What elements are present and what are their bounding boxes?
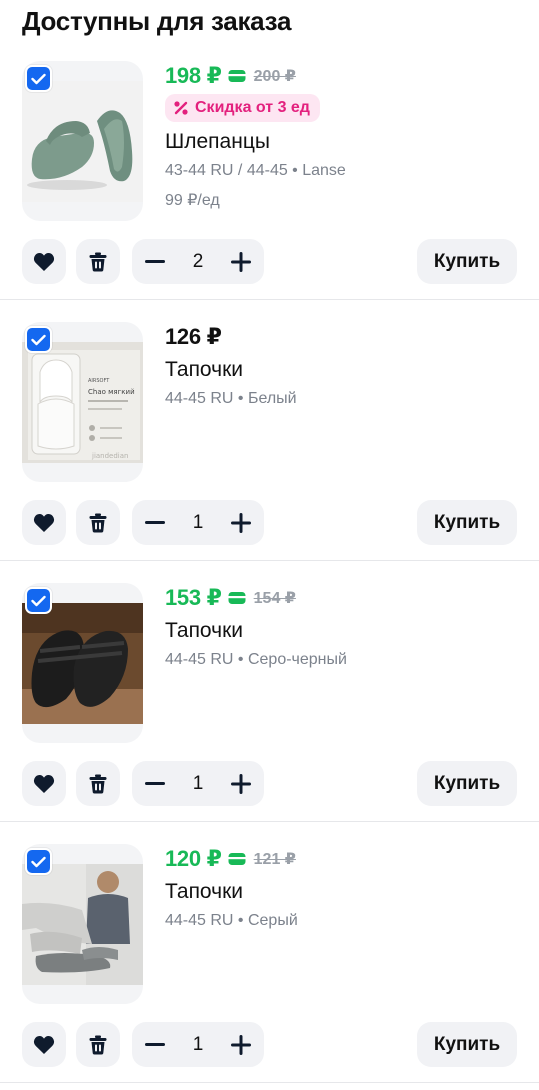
increase-button[interactable]: [230, 1034, 252, 1056]
trash-icon: [89, 252, 107, 271]
heart-icon: [33, 513, 55, 532]
quantity-value: 1: [192, 1033, 204, 1055]
increase-button[interactable]: [230, 773, 252, 795]
checkmark-icon: [31, 856, 46, 867]
unit-price: 99 ₽/ед: [165, 192, 220, 209]
quantity-stepper: 1: [132, 761, 264, 806]
product-name[interactable]: Тапочки: [165, 880, 243, 904]
old-price: 154 ₽: [253, 590, 296, 607]
checkmark-icon: [31, 595, 46, 606]
wallet-icon: [228, 70, 246, 82]
image-watermark-text: jiandedian: [91, 452, 128, 460]
price: 126 ₽: [165, 324, 222, 349]
cart-item: 120 ₽ 121 ₽ Тапочки 44-45 RU • Серый 1 К…: [0, 844, 539, 1090]
product-image: AIRSOFT Chao мягкий jiandedian: [22, 342, 143, 463]
page-title: Доступны для заказа: [22, 6, 292, 36]
delete-button[interactable]: [76, 1022, 120, 1067]
price-row: 126 ₽: [165, 322, 222, 352]
product-name[interactable]: Шлепанцы: [165, 130, 270, 154]
image-brand-text: AIRSOFT: [88, 378, 110, 384]
decrease-button[interactable]: [144, 512, 166, 534]
old-price: 121 ₽: [253, 851, 296, 868]
cart-item: 198 ₽ 200 ₽ Скидка от 3 ед Шлепанцы 43-4…: [0, 61, 539, 322]
wallet-icon: [228, 853, 246, 865]
divider: [0, 299, 539, 300]
minus-icon: [145, 520, 165, 524]
select-checkbox[interactable]: [25, 65, 52, 92]
old-price: 200 ₽: [253, 68, 296, 85]
price-row: 120 ₽ 121 ₽: [165, 844, 296, 874]
decrease-button[interactable]: [144, 1034, 166, 1056]
increase-button[interactable]: [230, 512, 252, 534]
plus-icon: [230, 773, 251, 794]
product-image: [22, 81, 143, 202]
price: 153 ₽: [165, 585, 222, 610]
divider: [0, 821, 539, 822]
product-variant: 44-45 RU • Белый: [165, 390, 297, 407]
delete-button[interactable]: [76, 761, 120, 806]
product-image: [22, 603, 143, 724]
plus-icon: [230, 512, 251, 533]
product-variant: 44-45 RU • Серый: [165, 912, 298, 929]
heart-icon: [33, 774, 55, 793]
favorite-button[interactable]: [22, 761, 66, 806]
product-name[interactable]: Тапочки: [165, 358, 243, 382]
price-row: 153 ₽ 154 ₽: [165, 583, 296, 613]
delete-button[interactable]: [76, 500, 120, 545]
heart-icon: [33, 1035, 55, 1054]
quantity-stepper: 2: [132, 239, 264, 284]
minus-icon: [145, 259, 165, 263]
trash-icon: [89, 1035, 107, 1054]
favorite-button[interactable]: [22, 1022, 66, 1067]
minus-icon: [145, 1042, 165, 1046]
quantity-stepper: 1: [132, 1022, 264, 1067]
discount-badge: Скидка от 3 ед: [165, 94, 320, 122]
percent-icon: [174, 101, 188, 115]
product-name[interactable]: Тапочки: [165, 619, 243, 643]
price-row: 198 ₽ 200 ₽: [165, 61, 296, 91]
buy-button[interactable]: Купить: [417, 761, 517, 806]
price: 198 ₽: [165, 63, 222, 88]
heart-icon: [33, 252, 55, 271]
cart-item: AIRSOFT Chao мягкий jiandedian 126 ₽ Тап…: [0, 322, 539, 583]
quantity-stepper: 1: [132, 500, 264, 545]
decrease-button[interactable]: [144, 773, 166, 795]
image-model-text: Chao мягкий: [88, 388, 135, 396]
quantity-value: 2: [192, 250, 204, 272]
product-variant: 44-45 RU • Серо-черный: [165, 651, 347, 668]
plus-icon: [230, 1034, 251, 1055]
select-checkbox[interactable]: [25, 587, 52, 614]
trash-icon: [89, 513, 107, 532]
discount-text: Скидка от 3 ед: [195, 99, 310, 116]
increase-button[interactable]: [230, 251, 252, 273]
product-image: [22, 864, 143, 985]
divider: [0, 1082, 539, 1083]
select-checkbox[interactable]: [25, 848, 52, 875]
quantity-value: 1: [192, 772, 204, 794]
price: 120 ₽: [165, 846, 222, 871]
favorite-button[interactable]: [22, 239, 66, 284]
wallet-icon: [228, 592, 246, 604]
checkmark-icon: [31, 73, 46, 84]
buy-button[interactable]: Купить: [417, 239, 517, 284]
delete-button[interactable]: [76, 239, 120, 284]
minus-icon: [145, 781, 165, 785]
decrease-button[interactable]: [144, 251, 166, 273]
plus-icon: [230, 251, 251, 272]
cart-item: 153 ₽ 154 ₽ Тапочки 44-45 RU • Серо-черн…: [0, 583, 539, 844]
favorite-button[interactable]: [22, 500, 66, 545]
divider: [0, 560, 539, 561]
buy-button[interactable]: Купить: [417, 1022, 517, 1067]
quantity-value: 1: [192, 511, 204, 533]
select-checkbox[interactable]: [25, 326, 52, 353]
trash-icon: [89, 774, 107, 793]
product-variant: 43-44 RU / 44-45 • Lanse: [165, 162, 346, 179]
checkmark-icon: [31, 334, 46, 345]
buy-button[interactable]: Купить: [417, 500, 517, 545]
